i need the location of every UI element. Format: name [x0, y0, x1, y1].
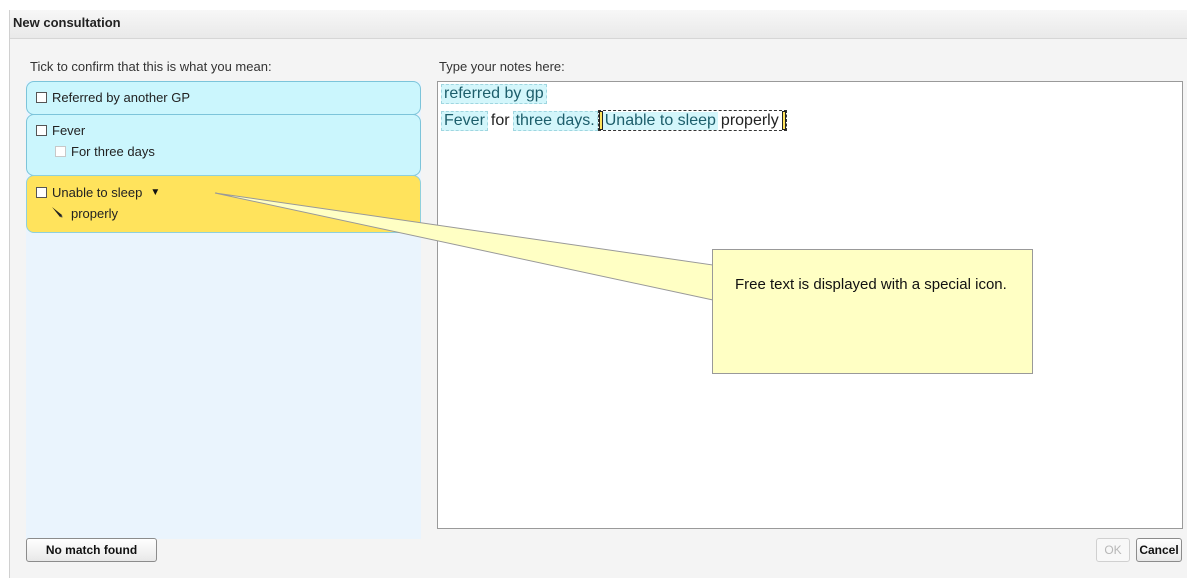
no-match-found-button[interactable]: No match found: [26, 538, 157, 562]
tooltip-text: Free text is displayed with a special ic…: [735, 276, 1007, 293]
ok-button[interactable]: OK: [1096, 538, 1130, 562]
cancel-button[interactable]: Cancel: [1136, 538, 1182, 562]
tooltip-callout: Free text is displayed with a special ic…: [712, 249, 1033, 374]
consultation-dialog: New consultation Tick to confirm that th…: [9, 10, 1187, 578]
